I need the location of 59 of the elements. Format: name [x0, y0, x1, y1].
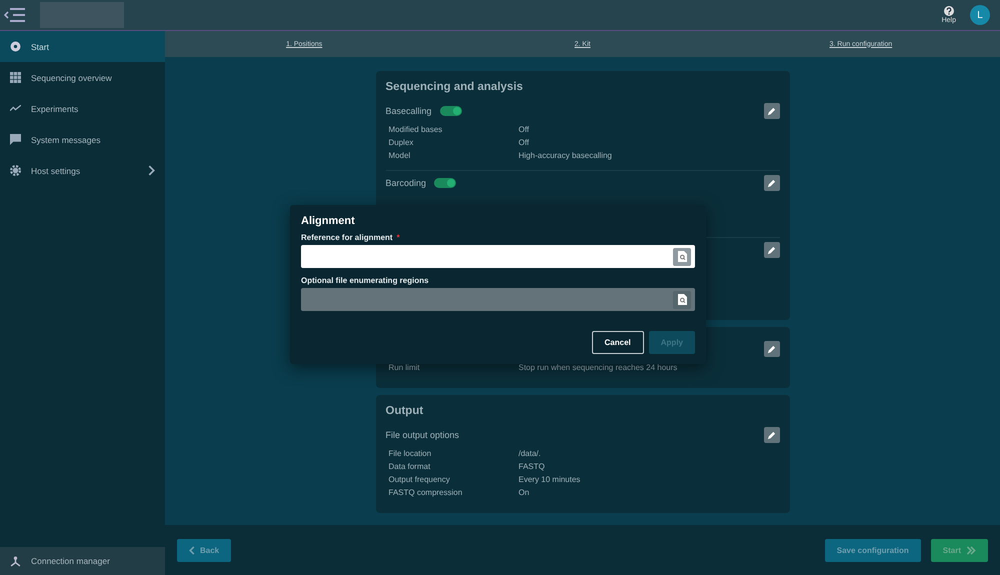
- setting-value: Every 10 minutes: [518, 474, 580, 485]
- setting-name: Run limit: [388, 362, 421, 373]
- section-label: Barcoding: [386, 178, 426, 188]
- card-title: Output: [386, 405, 424, 417]
- cancel-button[interactable]: Cancel: [592, 331, 644, 354]
- section-label: File output options: [386, 430, 460, 440]
- disc-icon: [10, 41, 21, 52]
- grid-icon: [10, 72, 21, 83]
- chat-icon: [10, 134, 21, 145]
- user-avatar[interactable]: L: [970, 5, 990, 25]
- sidebar-item[interactable]: System messages: [0, 124, 165, 155]
- pencil-icon: [767, 178, 776, 188]
- sidebar-item[interactable]: Experiments: [0, 93, 165, 124]
- file-search-icon: [678, 251, 686, 262]
- chevron-left-icon: [189, 546, 195, 554]
- settings-icon: [10, 165, 21, 176]
- sidebar-item[interactable]: Start: [0, 31, 165, 62]
- section-label: Basecalling: [386, 106, 432, 116]
- setting-name: Modified bases: [388, 124, 444, 135]
- required-mark: *: [396, 233, 400, 242]
- setting-value: High-accuracy basecalling: [518, 150, 612, 161]
- card-title: Sequencing and analysis: [386, 81, 524, 93]
- setting-value: Off: [518, 137, 530, 148]
- network-icon: [10, 556, 21, 566]
- help-icon: [944, 6, 954, 16]
- setting-name: Duplex: [388, 137, 414, 148]
- sidebar-item[interactable]: Sequencing overview: [0, 62, 165, 93]
- edit-button[interactable]: [764, 341, 780, 357]
- setting-name: Model: [388, 150, 412, 161]
- sidebar-item[interactable]: Host settings: [0, 155, 165, 186]
- double-chevron-right-icon: [966, 546, 976, 554]
- setting-value: /data/.: [518, 448, 541, 459]
- setting-name: File location: [388, 448, 432, 459]
- setting-value: Off: [518, 124, 530, 135]
- collapse-menu-icon[interactable]: [4, 8, 26, 22]
- pencil-icon: [767, 430, 776, 440]
- edit-button[interactable]: [764, 103, 780, 119]
- edit-button[interactable]: [764, 427, 780, 443]
- pencil-icon: [767, 106, 776, 116]
- setting-name: Data format: [388, 461, 432, 472]
- toggle-switch[interactable]: [440, 106, 462, 116]
- edit-button[interactable]: [764, 175, 780, 191]
- pencil-icon: [767, 344, 776, 354]
- setting-value: FASTQ: [518, 461, 545, 472]
- setting-value: Stop run when sequencing reaches 24 hours: [518, 362, 678, 373]
- setting-name: FASTQ compression: [388, 487, 464, 498]
- file-search-icon: [678, 294, 686, 305]
- setting-name: Output frequency: [388, 474, 451, 485]
- browse-file-button[interactable]: [673, 248, 691, 266]
- field-label: Reference for alignment: [301, 233, 393, 242]
- dialog-title: Alignment: [301, 215, 356, 227]
- toggle-switch[interactable]: [434, 178, 456, 188]
- field-label: Optional file enumerating regions: [301, 276, 429, 285]
- connection-manager-item[interactable]: Connection manager: [0, 547, 165, 575]
- setting-value: On: [518, 487, 530, 498]
- file-input-field[interactable]: [301, 245, 695, 268]
- trend-icon: [10, 105, 21, 112]
- pencil-icon: [767, 246, 776, 254]
- edit-button[interactable]: [764, 242, 780, 258]
